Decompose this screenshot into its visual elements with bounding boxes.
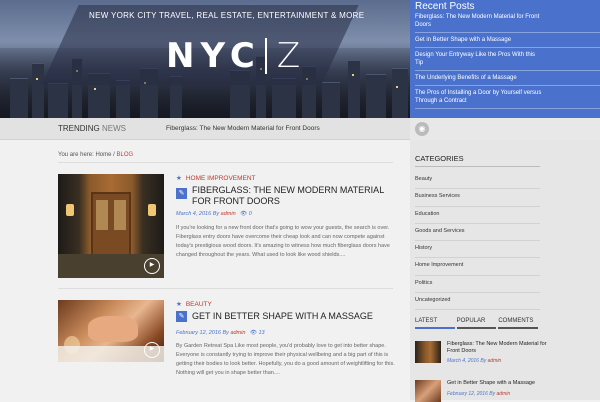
post-title[interactable]: GET IN BETTER SHAPE WITH A MASSAGE: [192, 311, 392, 322]
categories-title: CATEGORIES: [415, 154, 464, 163]
star-icon: ★: [176, 175, 182, 182]
recent-post-link[interactable]: Design Your Entryway Like the Pros With …: [415, 48, 600, 71]
pencil-icon: ✎: [176, 311, 187, 322]
tab-latest[interactable]: LATEST: [415, 318, 455, 329]
latest-post-thumbnail[interactable]: [415, 380, 441, 402]
latest-post-thumbnail[interactable]: [415, 341, 441, 363]
post-date: February 12, 2016: [176, 330, 221, 336]
trending-label-bold: TRENDING: [58, 124, 100, 133]
category-link[interactable]: Goods and Services: [415, 224, 540, 242]
post-excerpt: By Garden Retreat Spa Like most people, …: [176, 343, 395, 376]
post-comment-count[interactable]: 0: [249, 211, 252, 217]
divider: [58, 162, 393, 163]
trending-bar: TRENDING NEWS Fiberglass: The New Modern…: [0, 118, 600, 140]
category-link[interactable]: Home Improvement: [415, 258, 540, 276]
post-excerpt: If you're looking for a new front door t…: [176, 225, 390, 258]
star-icon: ★: [176, 301, 182, 308]
site-tagline: NEW YORK CITY TRAVEL, REAL ESTATE, ENTER…: [89, 11, 365, 20]
latest-post-item[interactable]: Fiberglass: The New Modern Material for …: [415, 341, 550, 367]
recent-posts-list: Fiberglass: The New Modern Material for …: [415, 12, 600, 109]
breadcrumb-prefix[interactable]: You are here: Home /: [58, 152, 115, 158]
rss-icon[interactable]: ◉: [415, 122, 429, 136]
divider: [415, 166, 540, 167]
recent-post-link[interactable]: The Pros of Installing a Door by Yoursel…: [415, 86, 600, 109]
category-link[interactable]: History: [415, 241, 540, 259]
category-link[interactable]: Politics: [415, 276, 540, 294]
tab-popular[interactable]: POPULAR: [456, 318, 497, 329]
post-meta: February 12, 2016 By admin 👁 13: [176, 330, 265, 336]
post-by: By: [212, 211, 220, 217]
category-link[interactable]: Education: [415, 207, 540, 224]
post-meta: March 4, 2016 By admin 👁 0: [176, 211, 252, 217]
site-logo[interactable]: NYC Z: [166, 36, 300, 76]
category-link[interactable]: Business Services: [415, 189, 540, 207]
breadcrumb: You are here: Home / BLOG: [58, 152, 133, 158]
latest-post-meta: February 12, 2016 By admin: [447, 391, 511, 397]
pencil-icon: ✎: [176, 188, 187, 199]
sidebar: CATEGORIES Beauty Business Services Educ…: [410, 140, 600, 402]
latest-post-title[interactable]: Fiberglass: The New Modern Material for …: [447, 341, 557, 355]
post-title[interactable]: FIBERGLASS: THE NEW MODERN MATERIAL FOR …: [192, 185, 392, 207]
comments-icon: 👁: [240, 211, 248, 217]
recent-post-link[interactable]: The Underlying Benefits of a Massage: [415, 71, 600, 86]
latest-post-item[interactable]: Get in Better Shape with a Massage Febru…: [415, 380, 550, 402]
post-author[interactable]: admin: [221, 211, 236, 217]
trending-ticker-link[interactable]: Fiberglass: The New Modern Material for …: [166, 125, 320, 132]
header-banner: NEW YORK CITY TRAVEL, REAL ESTATE, ENTER…: [0, 0, 410, 118]
category-link[interactable]: Uncategorized: [415, 293, 540, 311]
recent-posts-widget: Recent Posts Fiberglass: The New Modern …: [410, 0, 600, 118]
trending-label-light: NEWS: [102, 124, 127, 133]
post-thumbnail-door[interactable]: ▶: [58, 174, 164, 278]
recent-post-link[interactable]: Get in Better Shape with a Massage: [415, 33, 600, 48]
categories-list: Beauty Business Services Education Goods…: [415, 172, 540, 311]
breadcrumb-current: BLOG: [116, 152, 134, 158]
latest-post-meta: March 4, 2016 By admin: [447, 358, 502, 364]
recent-posts-title: Recent Posts: [415, 1, 475, 12]
post-author[interactable]: admin: [230, 330, 245, 336]
posts-tabs: LATEST POPULAR COMMENTS: [415, 318, 540, 329]
post-date: March 4, 2016: [176, 211, 212, 217]
post-category[interactable]: ★ HOME IMPROVEMENT: [176, 174, 256, 182]
recent-post-link[interactable]: Fiberglass: The New Modern Material for …: [415, 12, 600, 33]
post-comment-count[interactable]: 13: [258, 330, 264, 336]
rss-area: ◉: [410, 118, 600, 140]
post-category[interactable]: ★ BEAUTY: [176, 300, 212, 308]
post-thumbnail-massage[interactable]: ▶: [58, 300, 164, 362]
latest-post-title[interactable]: Get in Better Shape with a Massage: [447, 380, 557, 387]
trending-label: TRENDING NEWS: [58, 124, 126, 133]
logo-text-left: NYC: [166, 36, 261, 76]
logo-divider: [264, 38, 267, 74]
category-link[interactable]: Beauty: [415, 172, 540, 190]
logo-text-right: Z: [276, 36, 301, 76]
tab-comments[interactable]: COMMENTS: [498, 318, 539, 329]
post-by: By: [222, 330, 229, 336]
comments-icon: 👁: [249, 330, 257, 336]
divider: [58, 288, 393, 289]
play-icon[interactable]: ▶: [144, 258, 160, 274]
play-icon[interactable]: ▶: [144, 342, 160, 358]
